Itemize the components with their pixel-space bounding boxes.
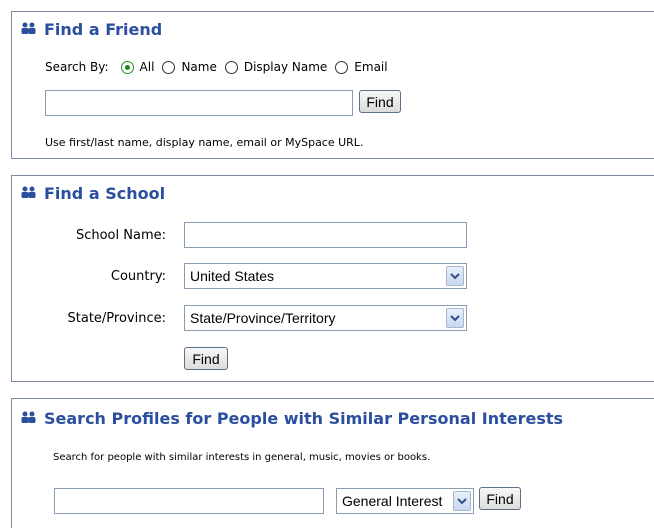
find-school-title: Find a School <box>20 182 165 204</box>
radio-all[interactable] <box>120 60 134 74</box>
search-by-label: Search By: <box>45 60 109 74</box>
chevron-down-icon[interactable] <box>446 308 464 328</box>
chevron-down-icon[interactable] <box>446 266 464 286</box>
people-group-icon <box>21 186 36 198</box>
find-school-panel: Find a School School Name: Country: Unit… <box>11 175 654 382</box>
radio-name[interactable] <box>162 60 176 74</box>
interest-find-button[interactable]: Find <box>479 487 521 510</box>
state-label: State/Province: <box>67 311 166 326</box>
find-friend-panel: Find a Friend Search By: All Name Displa… <box>11 11 654 159</box>
radio-email[interactable] <box>335 60 349 74</box>
find-friend-title-text: Find a Friend <box>44 19 163 39</box>
people-group-icon <box>21 22 36 34</box>
country-select-value: United States <box>190 268 275 284</box>
radio-display-name[interactable] <box>224 60 238 74</box>
friend-find-button[interactable]: Find <box>359 90 401 113</box>
school-find-button[interactable]: Find <box>184 347 228 370</box>
search-interests-hint: Search for people with similar interests… <box>53 452 431 463</box>
chevron-down-icon[interactable] <box>453 491 471 511</box>
friend-search-input[interactable] <box>45 90 353 116</box>
radio-name-label[interactable]: Name <box>181 60 216 74</box>
state-select-value: State/Province/Territory <box>190 310 336 326</box>
radio-email-label[interactable]: Email <box>354 60 387 74</box>
country-label: Country: <box>110 269 166 284</box>
search-by-row: Search By: All Name Display Name Email <box>45 60 388 74</box>
search-interests-title: Search Profiles for People with Similar … <box>20 407 563 429</box>
state-select[interactable]: State/Province/Territory <box>184 305 467 331</box>
search-interests-title-text: Search Profiles for People with Similar … <box>44 408 564 428</box>
people-group-icon <box>21 411 36 423</box>
interest-search-input[interactable] <box>54 488 324 514</box>
interest-category-value: General Interest <box>342 493 443 509</box>
school-name-input[interactable] <box>184 222 467 248</box>
search-interests-panel: Search Profiles for People with Similar … <box>11 398 654 528</box>
find-friend-title: Find a Friend <box>20 18 162 40</box>
radio-display-name-label[interactable]: Display Name <box>244 60 327 74</box>
friend-search-hint: Use first/last name, display name, email… <box>45 136 364 149</box>
school-name-label: School Name: <box>75 228 166 243</box>
country-select[interactable]: United States <box>184 263 467 289</box>
find-school-title-text: Find a School <box>44 183 166 203</box>
radio-all-label[interactable]: All <box>140 60 155 74</box>
interest-category-select[interactable]: General Interest <box>336 488 474 514</box>
